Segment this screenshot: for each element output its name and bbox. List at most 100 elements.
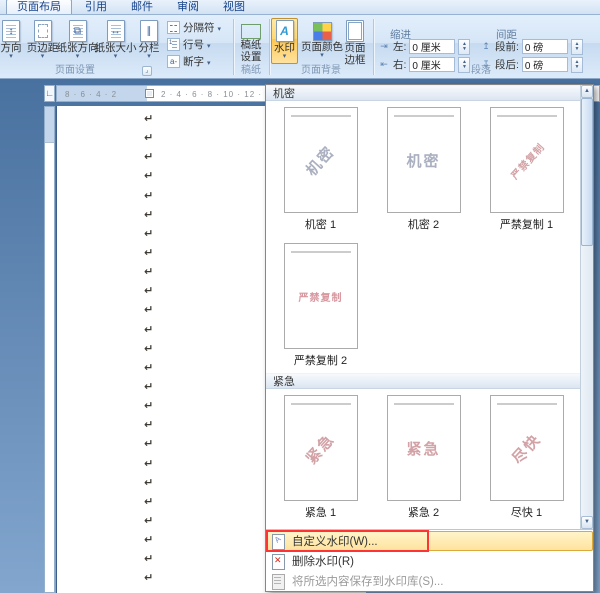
paragraph-mark: ↵ bbox=[144, 132, 154, 145]
scrollbar-thumb[interactable] bbox=[581, 98, 593, 246]
watermark-thumbnail: 严禁复制 bbox=[489, 107, 564, 213]
paragraph-mark: ↵ bbox=[144, 553, 154, 566]
margins-glyph bbox=[37, 24, 48, 38]
page-borders-label-1: 页面 bbox=[344, 42, 366, 54]
watermark-option-label: 严禁复制 2 bbox=[293, 355, 348, 367]
watermark-option-jinji-2[interactable]: 紧急 紧急 2 bbox=[372, 392, 475, 523]
indent-marker[interactable] bbox=[145, 89, 154, 98]
gallery-row: 严禁复制 严禁复制 2 bbox=[266, 237, 580, 373]
paragraph-mark: ↵ bbox=[144, 246, 154, 259]
hyphenation-icon bbox=[167, 55, 180, 68]
text-direction-glyph: ↕ bbox=[8, 25, 14, 37]
tab-selector[interactable] bbox=[44, 85, 55, 102]
custom-watermark-icon bbox=[270, 533, 286, 550]
paragraph-mark: ↵ bbox=[144, 534, 154, 547]
page-borders-button[interactable]: 页面 边框 bbox=[340, 18, 370, 66]
watermark-button[interactable]: A 水印 bbox=[271, 18, 298, 64]
columns-glyph: ∥ bbox=[146, 25, 152, 37]
watermark-option-jinkuai-1[interactable]: 尽快 尽快 1 bbox=[475, 392, 578, 523]
gallery-section-header-confidential: 机密 bbox=[266, 85, 580, 101]
page-color-button[interactable]: 页面颜色 bbox=[300, 18, 344, 64]
watermark-preview-text: 紧急 bbox=[406, 440, 441, 458]
breaks-button[interactable]: 分隔符 bbox=[164, 19, 232, 36]
paper-size-icon: ↔ bbox=[106, 20, 125, 42]
chevron-down-icon bbox=[9, 54, 13, 60]
watermark-option-label: 尽快 1 bbox=[510, 507, 543, 519]
tab-view[interactable]: 视图 bbox=[212, 0, 256, 14]
indent-left-spinner[interactable] bbox=[458, 38, 471, 55]
margins-icon bbox=[33, 20, 52, 42]
breaks-icon bbox=[167, 21, 180, 34]
watermark-option-jimi-2[interactable]: 机密 机密 2 bbox=[372, 104, 475, 235]
paragraph-mark: ↵ bbox=[144, 438, 154, 451]
watermark-option-yanjinfuzhi-2[interactable]: 严禁复制 严禁复制 2 bbox=[269, 240, 372, 371]
save-to-gallery-menuitem: 将所选内容保存到水印库(S)... bbox=[266, 571, 593, 591]
paragraph-mark: ↵ bbox=[144, 113, 154, 125]
gallery-row: 机密 机密 1 机密 机密 2 严禁复制 严禁复制 1 bbox=[266, 101, 580, 237]
gallery-section-header-urgent: 紧急 bbox=[266, 373, 580, 389]
line-numbers-button[interactable]: 行号 bbox=[164, 36, 232, 53]
remove-watermark-menuitem[interactable]: 删除水印(R) bbox=[266, 551, 593, 571]
paragraph-mark: ↵ bbox=[144, 227, 154, 240]
space-before-spinner[interactable] bbox=[570, 38, 583, 55]
remove-watermark-icon bbox=[270, 553, 286, 570]
watermark-thumbnail: 尽快 bbox=[489, 395, 564, 501]
margins-button[interactable]: 页边距 bbox=[27, 18, 58, 64]
line-numbers-icon bbox=[167, 38, 180, 51]
group-separator bbox=[373, 19, 374, 75]
page-setup-small-buttons: 分隔符 行号 断字 bbox=[164, 19, 232, 70]
watermark-preview-text: 尽快 bbox=[509, 430, 545, 467]
vertical-ruler bbox=[44, 106, 55, 593]
watermark-option-label: 紧急 1 bbox=[304, 507, 337, 519]
tab-review[interactable]: 审阅 bbox=[166, 0, 210, 14]
paragraph-mark: ↵ bbox=[144, 285, 154, 298]
text-direction-button[interactable]: ↕ 方向 bbox=[0, 18, 26, 64]
scroll-up-button[interactable] bbox=[581, 85, 593, 98]
paragraph-mark: ↵ bbox=[144, 514, 154, 527]
space-before-input[interactable] bbox=[521, 39, 568, 54]
gallery-scrollbar[interactable] bbox=[580, 85, 593, 529]
grid-paper-setup-button[interactable]: 稿纸 设置 bbox=[236, 18, 266, 64]
paper-size-button[interactable]: ↔ 纸张大小 bbox=[95, 18, 137, 64]
watermark-icon: A bbox=[275, 20, 294, 42]
watermark-option-yanjinfuzhi-1[interactable]: 严禁复制 严禁复制 1 bbox=[475, 104, 578, 235]
ribbon: ↕ 方向 页边距 ⧉ 纸张方向 ↔ 纸张大小 ∥ 分栏 分隔符 bbox=[0, 15, 600, 79]
watermark-dropdown-menu: 自定义水印(W)... 删除水印(R) 将所选内容保存到水印库(S)... bbox=[266, 529, 593, 591]
chevron-down-icon bbox=[320, 53, 324, 59]
save-to-gallery-label: 将所选内容保存到水印库(S)... bbox=[292, 576, 444, 588]
space-before-label: 段前: bbox=[495, 41, 519, 53]
watermark-option-jimi-1[interactable]: 机密 机密 1 bbox=[269, 104, 372, 235]
columns-button[interactable]: ∥ 分栏 bbox=[135, 18, 163, 64]
watermark-preview-text: 机密 bbox=[303, 142, 339, 179]
line-numbers-label: 行号 bbox=[183, 39, 204, 51]
save-watermark-icon bbox=[270, 573, 286, 590]
paragraph-mark: ↵ bbox=[144, 572, 154, 585]
custom-watermark-menuitem[interactable]: 自定义水印(W)... bbox=[266, 531, 593, 551]
page-color-icon bbox=[312, 22, 332, 41]
page-setup-group-label: 页面设置 bbox=[55, 65, 95, 76]
watermark-option-jinji-1[interactable]: 紧急 紧急 1 bbox=[269, 392, 372, 523]
grid-paper-group-label: 稿纸 bbox=[241, 65, 261, 76]
paragraph-mark: ↵ bbox=[144, 495, 154, 508]
chevron-down-icon bbox=[283, 54, 287, 60]
chevron-down-icon bbox=[207, 39, 211, 51]
paragraph-group-label: 段落 bbox=[471, 65, 491, 76]
hyphenation-button[interactable]: 断字 bbox=[164, 53, 232, 70]
tab-references[interactable]: 引用 bbox=[74, 0, 118, 14]
paragraph-mark: ↵ bbox=[144, 304, 154, 317]
page-background-group-label: 页面背景 bbox=[301, 65, 341, 76]
paragraph-mark: ↵ bbox=[144, 419, 154, 432]
remove-watermark-label: 删除水印(R) bbox=[292, 556, 354, 568]
indent-left-field: ⇥ 左: bbox=[378, 38, 471, 55]
indent-left-input[interactable] bbox=[409, 39, 456, 54]
page-borders-icon bbox=[346, 20, 364, 42]
orientation-icon: ⧉ bbox=[68, 20, 87, 42]
orientation-button[interactable]: ⧉ 纸张方向 bbox=[57, 18, 99, 64]
page-setup-dialog-launcher[interactable] bbox=[142, 66, 152, 76]
paragraph-mark: ↵ bbox=[144, 342, 154, 355]
tab-page-layout[interactable]: 页面布局 bbox=[6, 0, 72, 14]
tab-mailings[interactable]: 邮件 bbox=[120, 0, 164, 14]
indent-left-icon: ⇥ bbox=[380, 41, 388, 51]
scroll-down-button[interactable] bbox=[581, 516, 593, 529]
grid-paper-label-1: 稿纸 bbox=[240, 39, 262, 51]
